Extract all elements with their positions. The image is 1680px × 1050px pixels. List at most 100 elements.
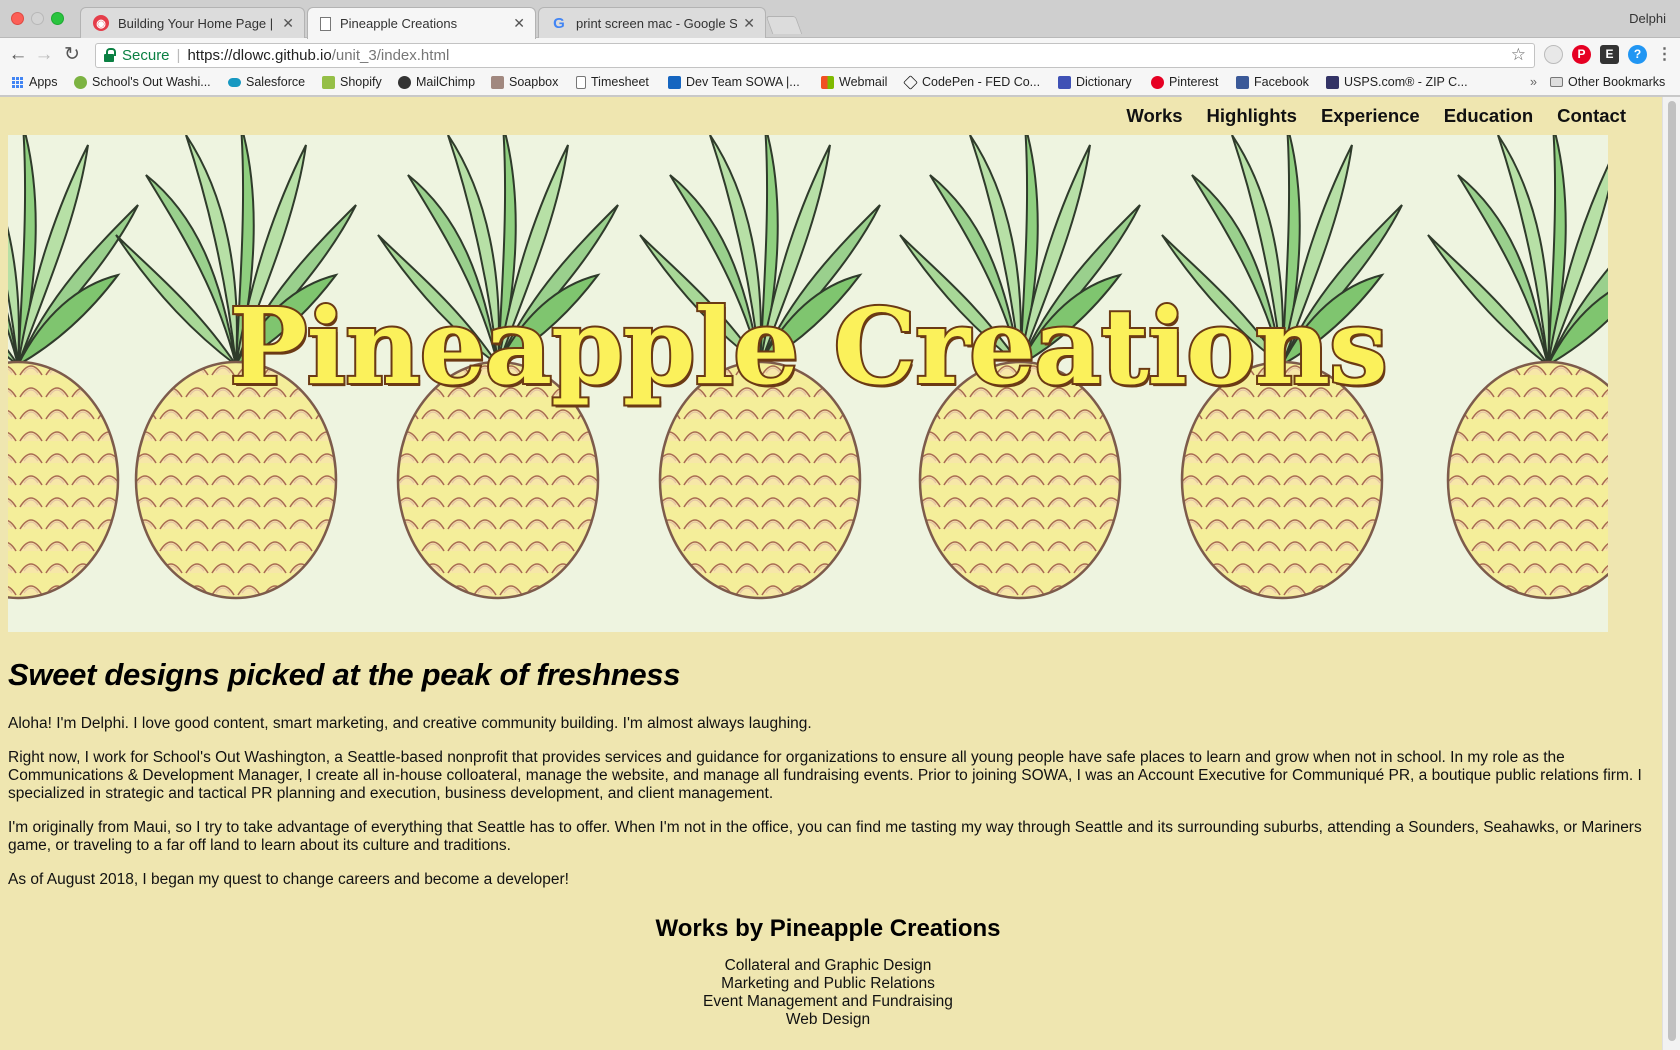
tagline-heading: Sweet designs picked at the peak of fres… — [8, 657, 681, 692]
bookmark-label: School's Out Washi... — [92, 75, 211, 89]
bookmarks-overflow-chevron[interactable]: » — [1530, 75, 1537, 89]
bookmark-label: Pinterest — [1169, 75, 1219, 89]
help-extension-icon[interactable]: ? — [1628, 45, 1647, 64]
bookmark-label: Timesheet — [591, 75, 649, 89]
tab-title: Building Your Home Page | HTML — [118, 15, 276, 31]
mailchimp-icon — [398, 75, 411, 89]
pinterest-icon — [1151, 75, 1164, 89]
bookmarks-bar: Apps School's Out Washi... Salesforce Sh… — [0, 71, 1680, 96]
nav-works[interactable]: Works — [1126, 105, 1182, 127]
profile-name[interactable]: Delphi — [1629, 11, 1666, 26]
secure-label: Secure — [122, 47, 170, 64]
works-item: Web Design — [785, 1011, 871, 1028]
url-path: /unit_3/index.html — [331, 47, 450, 64]
tab-title: Pineapple Creations — [340, 16, 458, 31]
bookmark-label: » — [1530, 75, 1537, 89]
bookmark-star-icon[interactable]: ☆ — [1511, 45, 1526, 65]
hero-title: Pineapple Creations — [227, 283, 1389, 410]
close-tab-icon[interactable]: ✕ — [743, 15, 755, 32]
bookmark-label: Shopify — [340, 75, 382, 89]
intro-paragraph: Aloha! I'm Delphi. I love good content, … — [8, 715, 812, 732]
facebook-icon — [1236, 75, 1249, 89]
main-content: Sweet designs picked at the peak of fres… — [8, 657, 1648, 1029]
bookmark-label: Facebook — [1254, 75, 1309, 89]
bookmark-timesheet[interactable]: Timesheet — [576, 75, 649, 89]
codepen-icon — [903, 74, 918, 90]
salesforce-cloud-icon — [228, 77, 241, 87]
tab-building-home-page[interactable]: ◉ Building Your Home Page | HTML ✕ — [80, 7, 305, 38]
bookmark-webmail[interactable]: Webmail — [821, 75, 887, 89]
bookmark-label: Salesforce — [246, 75, 306, 89]
bookmark-label: Soapbox — [509, 75, 559, 89]
career-paragraph: As of August 2018, I began my quest to c… — [8, 871, 569, 888]
fullscreen-window-button[interactable] — [51, 12, 64, 25]
dictionary-icon — [1058, 75, 1071, 89]
shopify-bag-icon — [322, 75, 335, 89]
minimize-window-button[interactable] — [31, 12, 44, 25]
bookmark-label: Other Bookmarks — [1568, 75, 1666, 89]
bookmark-soapbox[interactable]: Soapbox — [491, 75, 558, 89]
bookmark-label: MailChimp — [416, 75, 476, 89]
scrollbar-thumb[interactable] — [1668, 101, 1676, 1041]
works-item: Marketing and Public Relations — [721, 975, 935, 992]
pinterest-extension-icon[interactable]: P — [1572, 45, 1591, 64]
page-scrollbar[interactable] — [1662, 97, 1680, 1050]
bookmark-pinterest[interactable]: Pinterest — [1151, 75, 1218, 89]
nav-experience[interactable]: Experience — [1321, 105, 1420, 127]
apps-grid-icon — [12, 76, 23, 88]
nav-education[interactable]: Education — [1444, 105, 1533, 127]
close-tab-icon[interactable]: ✕ — [513, 15, 525, 32]
bookmark-dev-team[interactable]: Dev Team SOWA |... — [668, 75, 800, 89]
works-item: Collateral and Graphic Design — [724, 957, 932, 974]
bookmark-shopify[interactable]: Shopify — [322, 75, 382, 89]
lock-icon — [104, 47, 116, 62]
bookmark-other-bookmarks[interactable]: Other Bookmarks — [1550, 75, 1665, 89]
bookmark-usps[interactable]: USPS.com® - ZIP C... — [1326, 75, 1468, 89]
forward-arrow-icon[interactable]: → — [32, 43, 56, 67]
bookmark-codepen[interactable]: CodePen - FED Co... — [903, 74, 1040, 90]
bookmark-label: Dictionary — [1076, 75, 1132, 89]
new-tab-button[interactable] — [765, 16, 803, 34]
work-paragraph: Right now, I work for School's Out Washi… — [8, 749, 1642, 802]
bookmark-label: Apps — [29, 75, 58, 89]
bookmark-schools-out[interactable]: School's Out Washi... — [74, 75, 211, 89]
bookmark-mailchimp[interactable]: MailChimp — [398, 75, 475, 89]
hero-banner: Pineapple Creations — [8, 135, 1608, 632]
bookmark-label: USPS.com® - ZIP C... — [1344, 75, 1468, 89]
document-icon — [576, 75, 586, 89]
page-viewport: Works Highlights Experience Education Co… — [0, 97, 1662, 1050]
works-item: Event Management and Fundraising — [703, 993, 953, 1010]
works-list: Collateral and Graphic Design Marketing … — [8, 957, 1648, 1029]
bookmark-apps[interactable]: Apps — [12, 75, 58, 89]
reload-icon[interactable]: ↻ — [60, 43, 84, 67]
tab-strip: ◉ Building Your Home Page | HTML ✕ Pinea… — [0, 0, 1680, 39]
bookmark-salesforce[interactable]: Salesforce — [228, 75, 305, 89]
tab-google-search[interactable]: G print screen mac - Google Search ✕ — [538, 7, 766, 38]
close-tab-icon[interactable]: ✕ — [282, 15, 294, 32]
evernote-extension-icon[interactable]: E — [1600, 45, 1619, 64]
document-icon — [320, 16, 331, 31]
trello-icon — [668, 75, 681, 89]
nav-contact[interactable]: Contact — [1557, 105, 1626, 127]
nav-highlights[interactable]: Highlights — [1207, 105, 1297, 127]
address-bar[interactable]: Secure | https://dlowc.github.io/unit_3/… — [95, 43, 1535, 68]
extension-circle-icon[interactable] — [1544, 45, 1563, 64]
url-host: https://dlowc.github.io — [187, 47, 332, 64]
bookmark-dictionary[interactable]: Dictionary — [1058, 75, 1132, 89]
site-nav: Works Highlights Experience Education Co… — [1126, 105, 1626, 127]
back-arrow-icon[interactable]: ← — [6, 43, 30, 67]
close-window-button[interactable] — [11, 12, 24, 25]
usps-eagle-icon — [1326, 75, 1339, 89]
bookmark-label: Webmail — [839, 75, 888, 89]
bookmark-label: Dev Team SOWA |... — [686, 75, 800, 89]
bookmark-facebook[interactable]: Facebook — [1236, 75, 1309, 89]
tab-pineapple-creations[interactable]: Pineapple Creations ✕ — [307, 7, 536, 39]
works-heading: Works by Pineapple Creations — [655, 915, 1001, 942]
address-divider: | — [176, 47, 181, 64]
folder-icon — [1550, 77, 1563, 87]
tab-title: print screen mac - Google Search — [576, 15, 738, 31]
microsoft-icon — [821, 75, 834, 89]
soapbox-icon — [491, 75, 504, 89]
red-circle-icon: ◉ — [93, 15, 109, 31]
menu-kebab-icon[interactable]: ⋮ — [1655, 45, 1674, 64]
